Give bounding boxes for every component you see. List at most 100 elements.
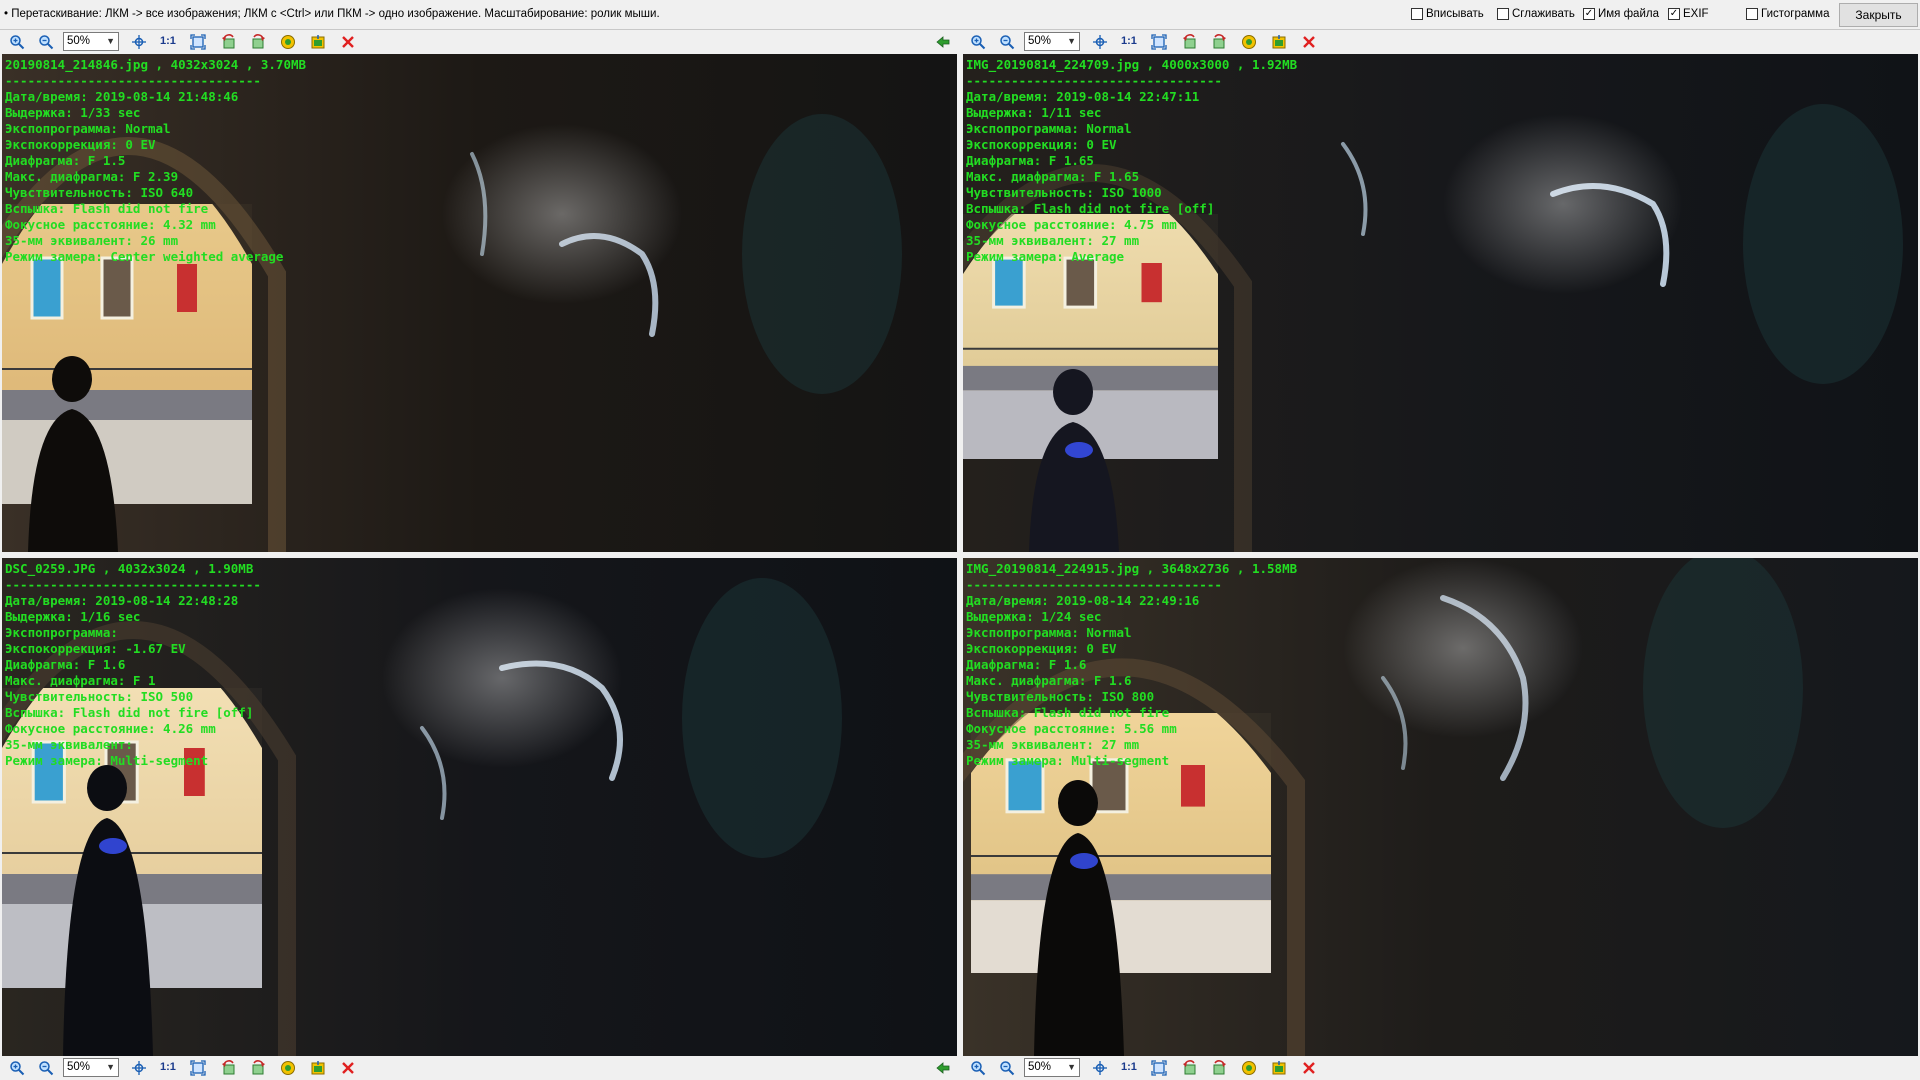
rotate-left-icon[interactable] bbox=[1182, 1060, 1198, 1076]
exif-line: Дата/время: 2019-08-14 22:47:11 bbox=[966, 89, 1200, 104]
smooth-checkbox-box[interactable] bbox=[1497, 8, 1509, 20]
rotate-right-icon[interactable] bbox=[1211, 1060, 1227, 1076]
exif-line: Диафрагма: F 1.6 bbox=[966, 657, 1087, 672]
exif-line: Режим замера: Multi-segment bbox=[966, 753, 1170, 768]
fit-window-icon[interactable] bbox=[1151, 1060, 1167, 1076]
fit-cross-icon[interactable] bbox=[1092, 34, 1108, 50]
exif-separator: ---------------------------------- bbox=[966, 577, 1222, 592]
arrow-left-icon[interactable] bbox=[935, 1060, 951, 1076]
file-header: 20190814_214846.jpg , 4032x3024 , 3.70MB bbox=[5, 57, 307, 72]
zoom-value: 50% bbox=[1028, 35, 1052, 47]
exif-line: Экспокоррекция: 0 EV bbox=[966, 137, 1117, 152]
zoom-in-icon[interactable] bbox=[9, 1060, 25, 1076]
exif-line: Макс. диафрагма: F 2.39 bbox=[5, 169, 179, 184]
arrow-left-icon[interactable] bbox=[935, 34, 951, 50]
exif-line: Экспокоррекция: -1.67 EV bbox=[5, 641, 186, 656]
chevron-down-icon: ▼ bbox=[106, 1062, 115, 1072]
zoom-in-icon[interactable] bbox=[970, 1060, 986, 1076]
actual-size-button[interactable]: 1:1 bbox=[1121, 35, 1137, 47]
filename-checkbox-box[interactable]: ✓ bbox=[1583, 8, 1595, 20]
exif-line: Диафрагма: F 1.65 bbox=[966, 153, 1094, 168]
rotate-left-icon[interactable] bbox=[221, 34, 237, 50]
exif-separator: ---------------------------------- bbox=[5, 73, 261, 88]
rotate-right-icon[interactable] bbox=[250, 34, 266, 50]
exif-line: Вспышка: Flash did not fire bbox=[5, 201, 209, 216]
chevron-down-icon: ▼ bbox=[1067, 36, 1076, 46]
zoom-out-icon[interactable] bbox=[999, 34, 1015, 50]
save-image-icon[interactable] bbox=[1271, 34, 1287, 50]
rotate-left-icon[interactable] bbox=[221, 1060, 237, 1076]
image-viewport[interactable]: IMG_20190814_224709.jpg , 4000x3000 , 1.… bbox=[963, 54, 1918, 552]
image-viewport[interactable]: 20190814_214846.jpg , 4032x3024 , 3.70MB… bbox=[2, 54, 957, 552]
histogram-checkbox-box[interactable] bbox=[1746, 8, 1758, 20]
top-bar: • Перетаскивание: ЛКМ -> все изображения… bbox=[0, 0, 1920, 30]
image-viewport[interactable]: DSC_0259.JPG , 4032x3024 , 1.90MB -------… bbox=[2, 558, 957, 1056]
exif-line: Экспопрограмма: bbox=[5, 625, 118, 640]
zoom-in-icon[interactable] bbox=[9, 34, 25, 50]
actual-size-button[interactable]: 1:1 bbox=[1121, 1061, 1137, 1073]
fit-window-icon[interactable] bbox=[1151, 34, 1167, 50]
rotate-left-icon[interactable] bbox=[1182, 34, 1198, 50]
file-header: IMG_20190814_224915.jpg , 3648x2736 , 1.… bbox=[966, 561, 1298, 576]
exif-line: Чувствительность: ISO 500 bbox=[5, 689, 194, 704]
exif-line: Выдержка: 1/33 sec bbox=[5, 105, 141, 120]
exif-line: Чувствительность: ISO 1000 bbox=[966, 185, 1162, 200]
histogram-checkbox[interactable]: Гистограмма bbox=[1746, 8, 1829, 20]
fit-cross-icon[interactable] bbox=[131, 1060, 147, 1076]
rotate-right-icon[interactable] bbox=[250, 1060, 266, 1076]
exif-line: Дата/время: 2019-08-14 22:48:28 bbox=[5, 593, 239, 608]
zoom-select[interactable]: 50% ▼ bbox=[1024, 32, 1080, 51]
fit-checkbox-box[interactable] bbox=[1411, 8, 1423, 20]
exif-checkbox-box[interactable]: ✓ bbox=[1668, 8, 1680, 20]
file-header: IMG_20190814_224709.jpg , 4000x3000 , 1.… bbox=[966, 57, 1298, 72]
fit-window-icon[interactable] bbox=[190, 1060, 206, 1076]
image-toolbar-bottom-4: 50% ▼ 1:1 bbox=[961, 1056, 1920, 1080]
image-icon[interactable] bbox=[280, 1060, 296, 1076]
close-icon[interactable] bbox=[1301, 1060, 1317, 1076]
exif-line: Макс. диафрагма: F 1.6 bbox=[966, 673, 1132, 688]
image-icon[interactable] bbox=[1241, 1060, 1257, 1076]
close-icon[interactable] bbox=[1301, 34, 1317, 50]
exif-checkbox[interactable]: ✓ EXIF bbox=[1668, 8, 1709, 20]
exif-line: Фокусное расстояние: 4.32 mm bbox=[5, 217, 216, 232]
exif-line: Чувствительность: ISO 800 bbox=[966, 689, 1155, 704]
zoom-in-icon[interactable] bbox=[970, 34, 986, 50]
zoom-select[interactable]: 50% ▼ bbox=[63, 32, 119, 51]
image-viewport[interactable]: IMG_20190814_224915.jpg , 3648x2736 , 1.… bbox=[963, 558, 1918, 1056]
exif-line: Диафрагма: F 1.6 bbox=[5, 657, 126, 672]
actual-size-button[interactable]: 1:1 bbox=[160, 35, 176, 47]
zoom-select[interactable]: 50% ▼ bbox=[1024, 1058, 1080, 1077]
smooth-checkbox[interactable]: Сглаживать bbox=[1497, 8, 1575, 20]
exif-line: Экспопрограмма: Normal bbox=[966, 625, 1132, 640]
histogram-checkbox-label: Гистограмма bbox=[1761, 8, 1830, 20]
filename-checkbox[interactable]: ✓ Имя файла bbox=[1583, 8, 1659, 20]
rotate-right-icon[interactable] bbox=[1211, 34, 1227, 50]
actual-size-button[interactable]: 1:1 bbox=[160, 1061, 176, 1073]
zoom-out-icon[interactable] bbox=[38, 1060, 54, 1076]
fit-cross-icon[interactable] bbox=[1092, 1060, 1108, 1076]
exif-line: Экспокоррекция: 0 EV bbox=[5, 137, 156, 152]
close-icon[interactable] bbox=[340, 1060, 356, 1076]
image-icon[interactable] bbox=[280, 34, 296, 50]
close-button[interactable]: Закрыть bbox=[1839, 3, 1918, 27]
save-image-icon[interactable] bbox=[310, 34, 326, 50]
chevron-down-icon: ▼ bbox=[106, 36, 115, 46]
image-icon[interactable] bbox=[1241, 34, 1257, 50]
zoom-value: 50% bbox=[1028, 1061, 1052, 1073]
zoom-out-icon[interactable] bbox=[999, 1060, 1015, 1076]
save-image-icon[interactable] bbox=[310, 1060, 326, 1076]
fit-cross-icon[interactable] bbox=[131, 34, 147, 50]
save-image-icon[interactable] bbox=[1271, 1060, 1287, 1076]
usage-hint: • Перетаскивание: ЛКМ -> все изображения… bbox=[4, 8, 660, 20]
image-toolbar-top-2: 50% ▼ 1:1 bbox=[961, 30, 1920, 54]
zoom-out-icon[interactable] bbox=[38, 34, 54, 50]
exif-line: 35-мм эквивалент: 26 mm bbox=[5, 233, 179, 248]
smooth-checkbox-label: Сглаживать bbox=[1512, 8, 1575, 20]
close-icon[interactable] bbox=[340, 34, 356, 50]
fit-checkbox[interactable]: Вписывать bbox=[1411, 8, 1484, 20]
image-toolbar-bottom-3: 50% ▼ 1:1 bbox=[0, 1056, 959, 1080]
image-toolbar-top-1: 50% ▼ 1:1 bbox=[0, 30, 959, 54]
zoom-select[interactable]: 50% ▼ bbox=[63, 1058, 119, 1077]
fit-window-icon[interactable] bbox=[190, 34, 206, 50]
exif-separator: ---------------------------------- bbox=[5, 577, 261, 592]
